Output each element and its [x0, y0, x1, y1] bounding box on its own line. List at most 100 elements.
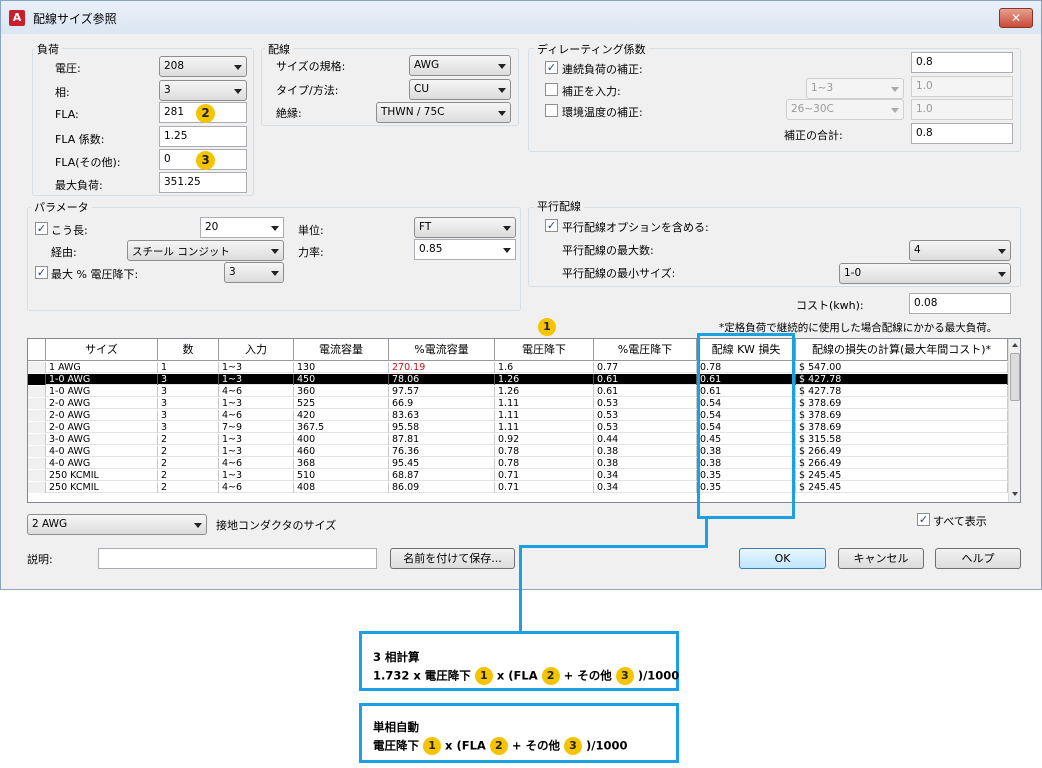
- ok-button[interactable]: OK: [739, 548, 826, 569]
- table-row[interactable]: 250 KCMIL 2 1~3 510 68.87 0.71 0.34 0.35 $ 245.4…: [28, 470, 1008, 481]
- row-selector[interactable]: [28, 386, 46, 397]
- connector-line: [519, 545, 708, 548]
- insulation-select[interactable]: THWN / 75C: [376, 102, 511, 123]
- scroll-thumb[interactable]: [1010, 353, 1020, 401]
- cell-pct-ampacity: 97.57: [389, 386, 495, 397]
- max-vdrop-checkbox[interactable]: ✓: [35, 266, 48, 279]
- total-input[interactable]: 0.8: [911, 123, 1013, 144]
- size-standard-select[interactable]: AWG: [409, 55, 511, 76]
- cell-input: 1~3: [219, 434, 294, 445]
- continuous-input[interactable]: 0.8: [911, 52, 1013, 73]
- header-pct-voltage-drop[interactable]: %電圧降下: [594, 339, 697, 361]
- table-row[interactable]: 4-0 AWG 2 1~3 460 76.36 0.78 0.38 0.38 $ 266.49: [28, 446, 1008, 457]
- cell-voltage-drop: 1.11: [495, 422, 594, 433]
- continuous-checkbox[interactable]: ✓: [545, 61, 558, 74]
- description-input[interactable]: [98, 548, 377, 569]
- cell-voltage-drop: 1.26: [495, 386, 594, 397]
- ambient-select[interactable]: 26~30C: [786, 99, 904, 120]
- parallel-min-size-select[interactable]: 1-0: [839, 263, 1011, 284]
- header-annual-cost[interactable]: 配線の損失の計算(最大年間コスト)*: [796, 339, 1008, 361]
- chevron-down-icon: [891, 108, 899, 113]
- fla-factor-input[interactable]: 1.25: [159, 126, 247, 147]
- adjust-select[interactable]: 1~3: [806, 78, 904, 99]
- cell-pct-voltage-drop: 0.38: [594, 446, 697, 457]
- voltage-select[interactable]: 208: [159, 56, 247, 77]
- badge-voltage-drop: 1: [538, 318, 556, 336]
- header-voltage-drop[interactable]: 電圧降下: [495, 339, 594, 361]
- header-size[interactable]: サイズ: [46, 339, 158, 361]
- save-as-button[interactable]: 名前を付けて保存...: [390, 548, 515, 569]
- table-row[interactable]: 1-0 AWG 3 1~3 450 78.06 1.26 0.61 0.61 $ 427.78: [28, 374, 1008, 385]
- phase-value: 3: [164, 84, 171, 96]
- cell-size: 4-0 AWG: [46, 458, 158, 469]
- ambient-input[interactable]: 1.0: [911, 99, 1013, 120]
- ground-select[interactable]: 2 AWG: [27, 514, 207, 535]
- type-select[interactable]: CU: [409, 79, 511, 100]
- table-row[interactable]: 4-0 AWG 2 4~6 368 95.45 0.78 0.38 0.38 $ 266.49: [28, 458, 1008, 469]
- table-row[interactable]: 3-0 AWG 2 1~3 400 87.81 0.92 0.44 0.45 $ 315.58: [28, 434, 1008, 445]
- cell-count: 2: [158, 446, 219, 457]
- row-selector[interactable]: [28, 470, 46, 481]
- unit-label: 単位:: [298, 224, 324, 237]
- cell-count: 2: [158, 470, 219, 481]
- parallel-max-count-select[interactable]: 4: [909, 240, 1011, 261]
- header-ampacity[interactable]: 電流容量: [294, 339, 389, 361]
- scroll-up-icon[interactable]: [1012, 343, 1018, 347]
- cell-voltage-drop: 0.78: [495, 446, 594, 457]
- scroll-down-icon[interactable]: [1012, 492, 1018, 496]
- cost-input[interactable]: 0.08: [909, 293, 1011, 314]
- length-checkbox[interactable]: ✓: [35, 222, 48, 235]
- adjust-checkbox[interactable]: [545, 83, 558, 96]
- close-button[interactable]: ✕: [999, 8, 1033, 28]
- kw-loss-highlight: [697, 333, 795, 519]
- badge-fla: 2: [541, 667, 560, 685]
- cell-annual-cost: $ 378.69: [796, 398, 1008, 409]
- table-row[interactable]: 250 KCMIL 2 4~6 408 86.09 0.71 0.34 0.35 $ 245.4…: [28, 482, 1008, 493]
- table-row[interactable]: 1-0 AWG 3 4~6 360 97.57 1.26 0.61 0.61 $ 427.78: [28, 386, 1008, 397]
- row-selector[interactable]: [28, 362, 46, 373]
- row-selector[interactable]: [28, 458, 46, 469]
- max-vdrop-select[interactable]: 3: [224, 262, 284, 283]
- row-selector[interactable]: [28, 374, 46, 385]
- table-row[interactable]: 2-0 AWG 3 4~6 420 83.63 1.11 0.53 0.54 $ 378.69: [28, 410, 1008, 421]
- header-input[interactable]: 入力: [219, 339, 294, 361]
- help-button[interactable]: ヘルプ: [935, 548, 1021, 569]
- table-scrollbar[interactable]: [1008, 339, 1020, 502]
- row-selector[interactable]: [28, 434, 46, 445]
- length-select[interactable]: 20: [200, 217, 284, 238]
- cell-annual-cost: $ 245.45: [796, 482, 1008, 493]
- max-load-label: 最大負荷:: [55, 179, 103, 192]
- cell-voltage-drop: 0.78: [495, 458, 594, 469]
- parallel-include-checkbox[interactable]: ✓: [545, 219, 558, 232]
- ambient-checkbox[interactable]: [545, 104, 558, 117]
- window-title: 配線サイズ参照: [33, 12, 117, 26]
- cancel-button[interactable]: キャンセル: [838, 548, 924, 569]
- phase-select[interactable]: 3: [159, 80, 247, 101]
- row-selector[interactable]: [28, 398, 46, 409]
- chevron-down-icon: [891, 87, 899, 92]
- row-selector[interactable]: [28, 422, 46, 433]
- power-factor-select[interactable]: 0.85: [414, 239, 516, 260]
- max-load-input[interactable]: 351.25: [159, 172, 247, 193]
- unit-select[interactable]: FT: [414, 217, 516, 238]
- route-select[interactable]: スチール コンジット: [127, 240, 284, 261]
- wire-size-table[interactable]: サイズ数入力 電流容量 %電流容量 電圧降下 %電圧降下 配線 KW 損失 配線の損失の計算…: [27, 338, 1021, 503]
- adjust-input[interactable]: 1.0: [911, 76, 1013, 97]
- row-selector[interactable]: [28, 410, 46, 421]
- row-selector[interactable]: [28, 482, 46, 493]
- cell-pct-ampacity: 76.36: [389, 446, 495, 457]
- table-row[interactable]: 2-0 AWG 3 7~9 367.5 95.58 1.11 0.53 0.54 $ 378.6…: [28, 422, 1008, 433]
- cell-ampacity: 367.5: [294, 422, 389, 433]
- cell-voltage-drop: 0.71: [495, 482, 594, 493]
- table-row[interactable]: 1 AWG 1 1~3 130 270.19 1.6 0.77 0.78 $ 547.00: [28, 362, 1008, 373]
- show-all-checkbox[interactable]: ✓: [917, 513, 930, 526]
- cell-annual-cost: $ 266.49: [796, 446, 1008, 457]
- description-label: 説明:: [27, 553, 53, 566]
- unit-value: FT: [419, 221, 432, 233]
- title-bar[interactable]: A 配線サイズ参照 ✕: [1, 1, 1041, 34]
- table-row[interactable]: 2-0 AWG 3 1~3 525 66.9 1.11 0.53 0.54 $ 378.69: [28, 398, 1008, 409]
- row-selector[interactable]: [28, 446, 46, 457]
- header-pct-ampacity[interactable]: %電流容量: [389, 339, 495, 361]
- power-factor-value: 0.85: [419, 243, 443, 255]
- header-count[interactable]: 数: [158, 339, 219, 361]
